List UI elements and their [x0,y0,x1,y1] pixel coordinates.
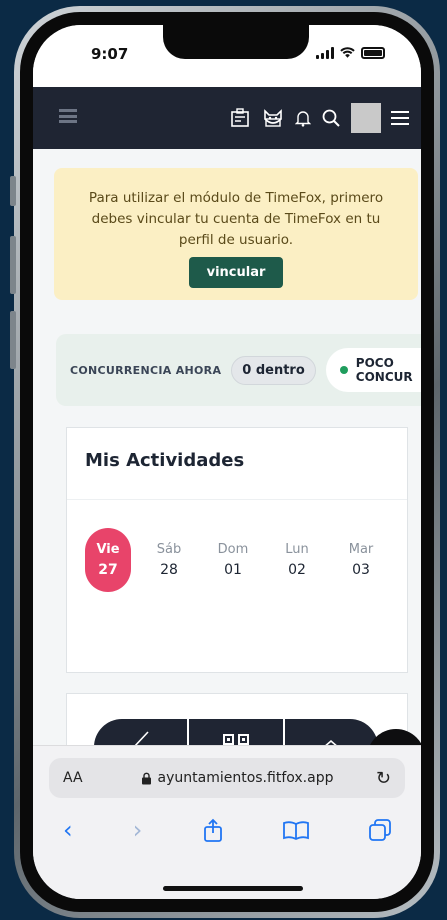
sidebar-toggle-icon[interactable] [59,109,77,123]
concurrency-panel: CONCURRENCIA AHORA 0 dentro POCO CONCUR [56,334,421,406]
concurrency-count: 0 dentro [231,355,316,385]
link-account-button[interactable]: vincular [188,257,284,288]
concurrency-status-badge: POCO CONCUR [325,348,421,392]
home-indicator [163,886,303,891]
signal-icon [316,47,334,59]
share-icon[interactable] [203,818,223,842]
activities-title: Mis Actividades [67,428,407,500]
day-selector: Vie 27 Sáb 28 Dom 01 Lun 02 Mar 03 [67,500,407,592]
wifi-icon [340,47,355,58]
fox-mascot-icon[interactable] [261,107,285,129]
notch [163,25,309,59]
day-item[interactable]: Mar 03 [335,528,387,592]
avatar[interactable] [351,103,381,133]
browser-back-icon[interactable]: ‹ [63,818,73,842]
concurrency-status-text: POCO CONCUR [355,356,413,384]
main-content: Para utilizar el módulo de TimeFox, prim… [33,149,421,839]
address-bar[interactable]: AA ayuntamientos.fitfox.app ↻ [49,758,405,798]
timefox-alert: Para utilizar el módulo de TimeFox, prim… [54,168,418,300]
status-bar: 9:07 [33,25,421,87]
alert-message: Para utilizar el módulo de TimeFox, prim… [88,190,384,248]
nav-icons [229,103,409,133]
browser-toolbar: AA ayuntamientos.fitfox.app ↻ ‹ › [33,745,421,899]
menu-icon[interactable] [391,111,409,125]
volume-down-button [10,311,16,369]
mute-switch [10,176,16,206]
day-item[interactable]: Dom 01 [207,528,259,592]
concurrency-label: CONCURRENCIA AHORA [70,363,222,377]
lock-icon [141,772,151,784]
status-icons [316,47,385,59]
volume-up-button [10,236,16,294]
browser-forward-icon[interactable]: › [133,818,143,842]
timeclock-icon[interactable] [229,107,251,129]
bookmarks-icon[interactable] [282,820,309,840]
status-dot-icon [339,366,348,374]
battery-icon [361,47,385,59]
activities-card: Mis Actividades Vie 27 Sáb 28 Dom 01 Lun 02 [66,427,408,673]
tabs-icon[interactable] [369,819,391,841]
day-item[interactable]: Sáb 28 [143,528,195,592]
status-time: 9:07 [91,45,129,63]
search-icon[interactable] [321,108,341,128]
phone-frame: 9:07 Para utilizar el módulo de TimeFox,… [10,6,440,918]
browser-nav-toolbar: ‹ › [51,818,403,842]
app-navbar [33,87,421,149]
reload-button[interactable]: ↻ [341,768,391,789]
day-item[interactable]: Vie 27 [85,528,131,592]
url-display[interactable]: ayuntamientos.fitfox.app [133,770,341,786]
reader-options-button[interactable]: AA [63,770,133,786]
day-item[interactable]: Lun 02 [271,528,323,592]
screen: 9:07 Para utilizar el módulo de TimeFox,… [33,25,421,899]
bell-icon[interactable] [295,109,311,127]
url-text: ayuntamientos.fitfox.app [157,770,334,786]
